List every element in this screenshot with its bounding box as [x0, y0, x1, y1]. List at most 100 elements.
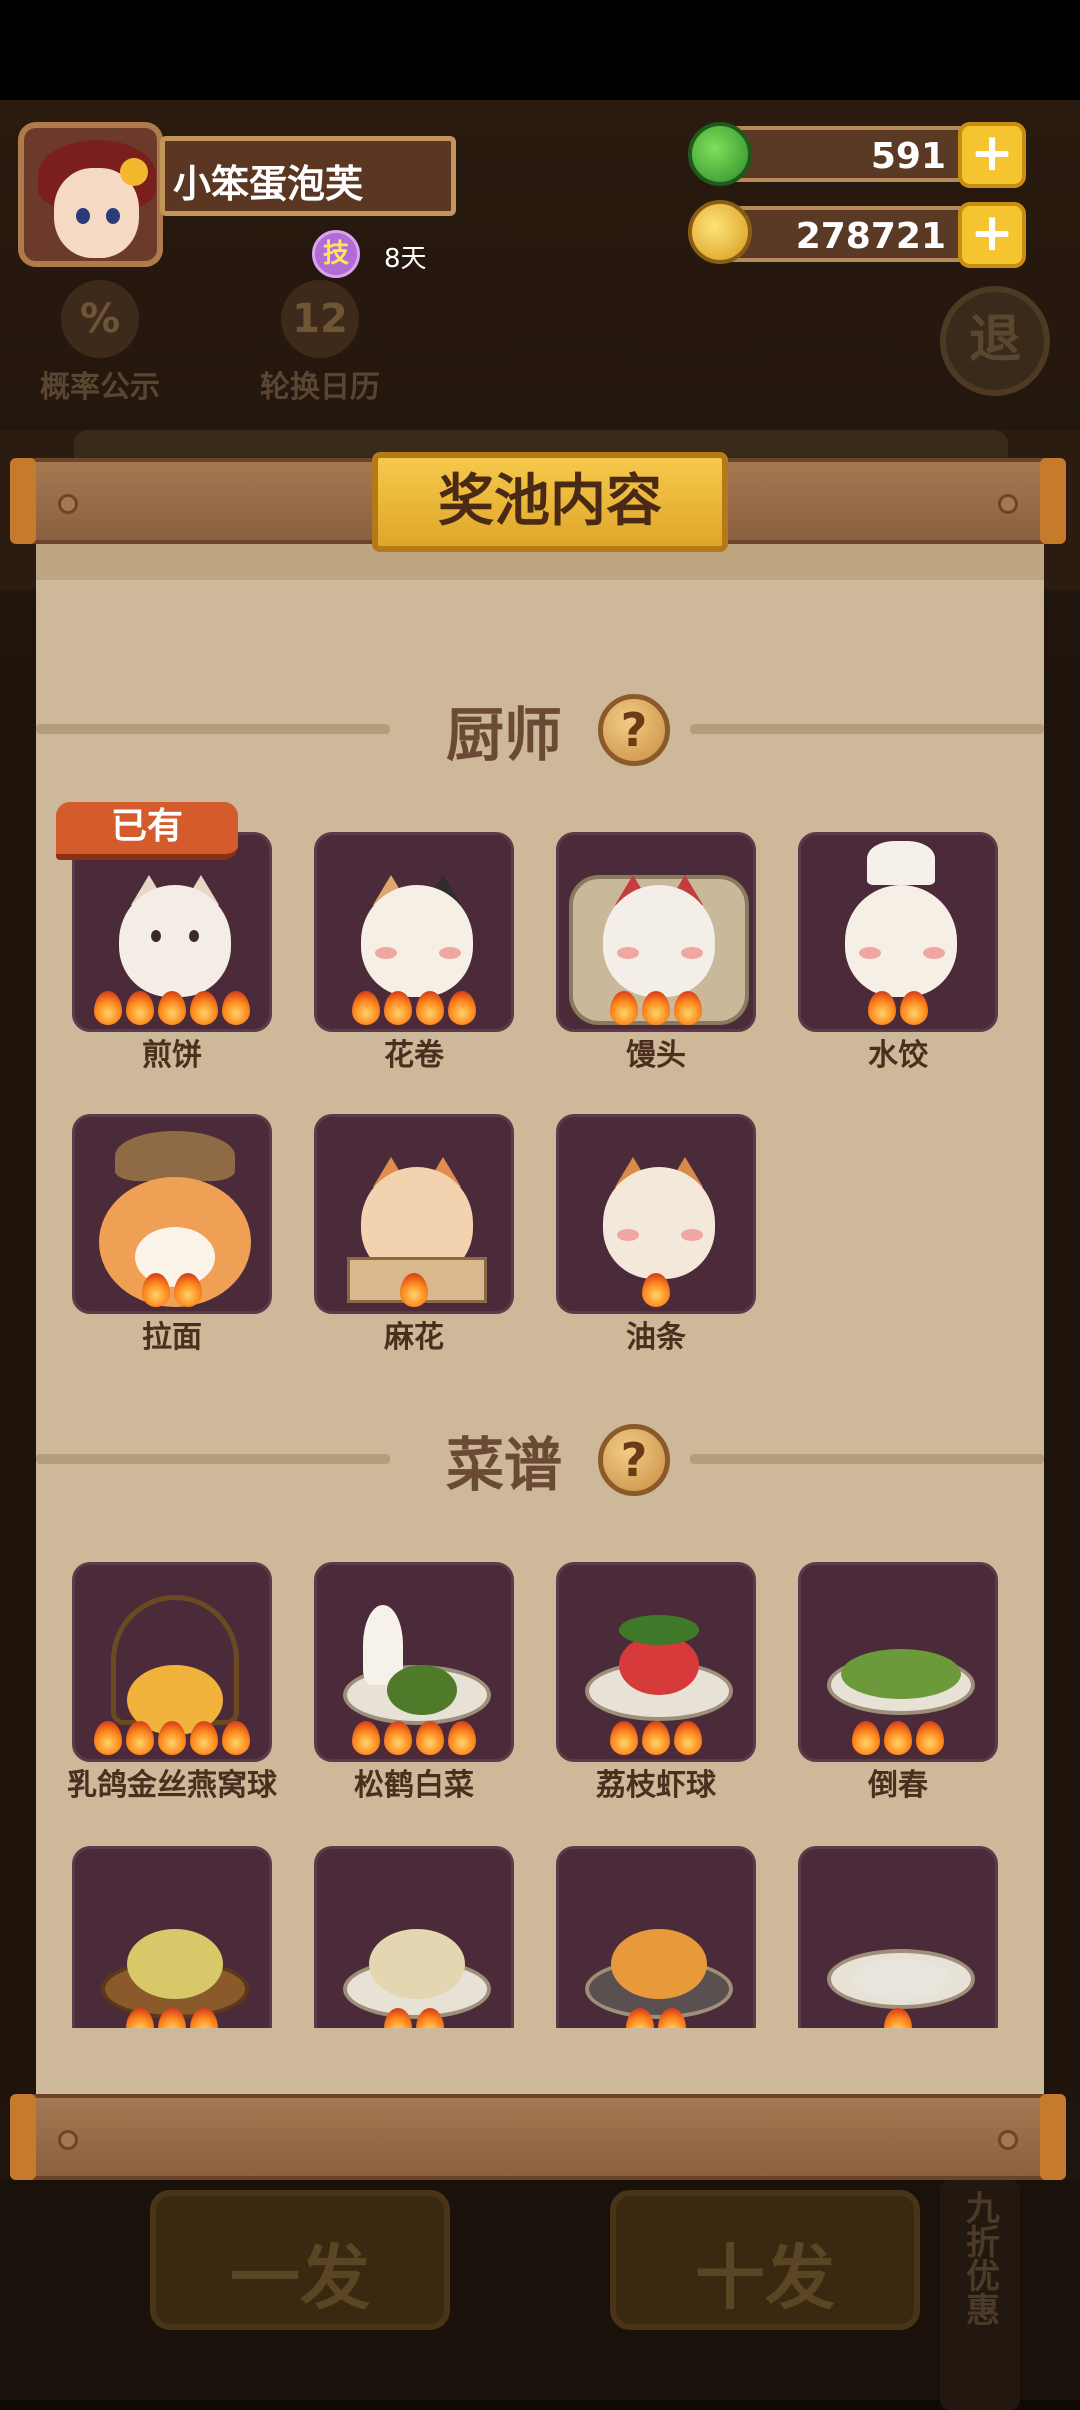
add-gold-button[interactable]: +	[958, 202, 1026, 268]
chef-name: 煎饼	[142, 1038, 202, 1073]
ten-draw-button: 十发	[610, 2190, 920, 2330]
flame-icon	[94, 1721, 122, 1755]
gold-amount: 278721	[795, 216, 946, 257]
player-name: 小笨蛋泡芙	[173, 162, 364, 206]
skill-badge-icon[interactable]: 技	[312, 230, 360, 278]
recipe-card[interactable]	[314, 1846, 514, 2028]
divider	[690, 724, 1044, 734]
recipe-card[interactable]	[556, 1846, 756, 2028]
recipe-help-button[interactable]: ?	[598, 1424, 670, 1496]
prize-pool-title: 奖池内容	[438, 469, 662, 534]
divider	[36, 1454, 390, 1464]
leaf-icon	[619, 1615, 699, 1645]
recipe-card[interactable]	[556, 1562, 756, 1762]
flame-icon	[384, 2008, 412, 2028]
skill-days: 8天	[384, 244, 427, 274]
flame-icon	[448, 991, 476, 1025]
flame-icon	[94, 991, 122, 1025]
flame-icon	[142, 1273, 170, 1307]
dish-image	[75, 1849, 269, 2028]
rarity-flames	[317, 991, 511, 1025]
flame-icon	[884, 1721, 912, 1755]
chef-card-lamian[interactable]	[72, 1114, 272, 1314]
chef-card-youtiao[interactable]	[556, 1114, 756, 1314]
chef-card-jianbing[interactable]	[72, 832, 272, 1032]
chef-card-shuijiao[interactable]	[798, 832, 998, 1032]
exit-button: 退	[940, 286, 1050, 396]
probability-label: 概率公示	[40, 370, 160, 405]
recipe-card[interactable]	[798, 1562, 998, 1762]
recipe-card[interactable]	[314, 1562, 514, 1762]
rarity-flames	[801, 2008, 995, 2028]
flame-icon	[126, 2008, 154, 2028]
prize-pool-panel: 厨师 ? 煎饼 花卷 馒头 水饺 拉面 麻花 油条 菜谱 ? 乳鸽金丝燕窝球 松…	[36, 540, 1044, 2100]
jade-icon	[688, 122, 752, 186]
add-jade-button[interactable]: +	[958, 122, 1026, 188]
flame-icon	[658, 2008, 686, 2028]
flame-icon	[416, 1721, 444, 1755]
chef-name: 麻花	[384, 1320, 444, 1355]
chef-card-mantou[interactable]	[556, 832, 756, 1032]
flame-icon	[384, 1721, 412, 1755]
flame-icon	[222, 991, 250, 1025]
player-avatar[interactable]	[18, 122, 163, 267]
chef-name: 拉面	[142, 1320, 202, 1355]
recipe-name: 倒春	[868, 1768, 928, 1803]
recipe-section-title: 菜谱	[446, 1431, 563, 1499]
rarity-flames	[801, 1721, 995, 1755]
probability-button: % 概率公示	[30, 280, 170, 406]
rarity-flames	[317, 2008, 511, 2028]
flame-icon	[626, 2008, 654, 2028]
flame-icon	[852, 1721, 880, 1755]
flame-icon	[126, 991, 154, 1025]
dish-image	[801, 1849, 995, 2028]
chef-hat-icon	[867, 841, 935, 885]
recipe-card[interactable]	[72, 1846, 272, 2028]
flame-icon	[222, 1721, 250, 1755]
chef-card-mahua[interactable]	[314, 1114, 514, 1314]
recipe-card[interactable]	[72, 1562, 272, 1762]
calendar-icon: 12	[281, 280, 359, 358]
calendar-label: 轮换日历	[260, 370, 380, 405]
jade-amount: 591	[870, 136, 946, 177]
flame-icon	[126, 1721, 154, 1755]
recipe-card[interactable]	[798, 1846, 998, 2028]
flame-icon	[190, 1721, 218, 1755]
chef-name: 油条	[626, 1320, 686, 1355]
rarity-flames	[317, 1273, 511, 1307]
recipe-name: 乳鸽金丝燕窝球	[67, 1768, 277, 1803]
flame-icon	[352, 991, 380, 1025]
chef-name: 花卷	[384, 1038, 444, 1073]
chef-section-header: 厨师 ?	[36, 688, 1044, 769]
flame-icon	[352, 1721, 380, 1755]
flame-icon	[190, 991, 218, 1025]
calendar-button: 12 轮换日历	[250, 280, 390, 406]
discount-tag: 九折优惠	[940, 2180, 1020, 2410]
scroll-bottom-rod	[10, 2094, 1066, 2180]
flame-icon	[610, 1721, 638, 1755]
owned-badge: 已有	[56, 802, 238, 860]
rarity-flames	[75, 1721, 269, 1755]
flame-icon	[868, 991, 896, 1025]
player-name-box: 小笨蛋泡芙	[160, 136, 456, 216]
ten-draw-label: 十发	[695, 2237, 835, 2319]
chef-help-button[interactable]: ?	[598, 694, 670, 766]
status-bar	[0, 0, 1080, 100]
chef-card-huajuan[interactable]	[314, 832, 514, 1032]
flame-icon	[900, 991, 928, 1025]
dish-image	[317, 1849, 511, 2028]
flame-icon	[158, 991, 186, 1025]
percent-icon: %	[61, 280, 139, 358]
chef-section-title: 厨师	[446, 701, 563, 769]
flame-icon	[400, 1273, 428, 1307]
rarity-flames	[75, 2008, 269, 2028]
single-draw-button: 一发	[150, 2190, 450, 2330]
chef-name: 馒头	[626, 1038, 686, 1073]
dish-image	[559, 1849, 753, 2028]
divider	[36, 724, 390, 734]
rarity-flames	[75, 991, 269, 1025]
flame-icon	[174, 1273, 202, 1307]
flame-icon	[642, 1273, 670, 1307]
rarity-flames	[559, 2008, 753, 2028]
flame-icon	[674, 991, 702, 1025]
